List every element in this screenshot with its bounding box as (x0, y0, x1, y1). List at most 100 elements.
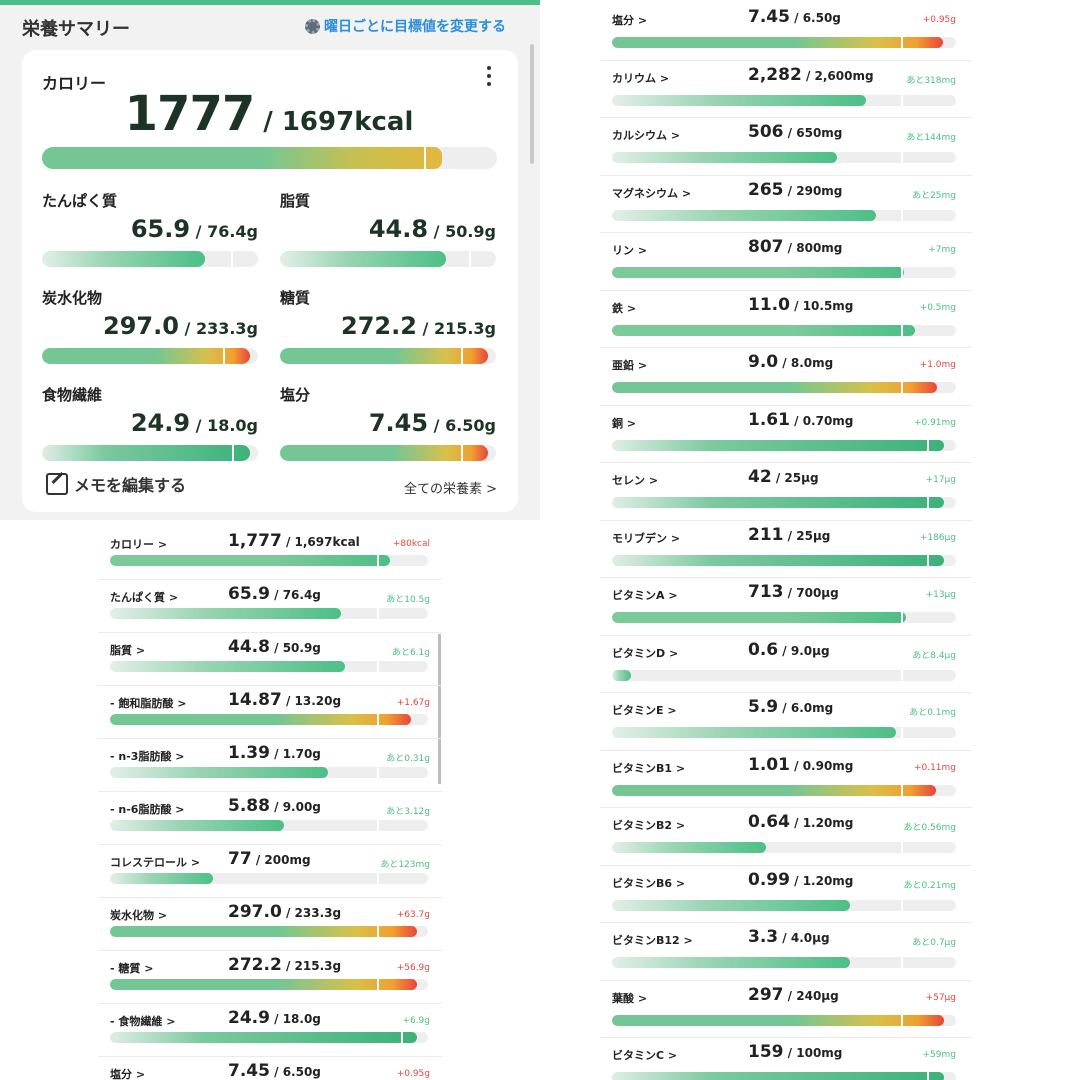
nutrient-diff: あと6.1g (391, 648, 430, 658)
nutrient-row[interactable]: 塩分 > 7.45 / 6.50g +0.95g (600, 3, 972, 61)
goal-marker (377, 555, 380, 566)
nutrient-row[interactable]: セレン > 42 / 25µg +17µg (600, 463, 972, 521)
nutrient-value: 265 / 290mg (748, 180, 842, 200)
nutrient-row[interactable]: 亜鉛 > 9.0 / 8.0mg +1.0mg (600, 348, 972, 406)
nutrient-label: コレステロール > (110, 856, 201, 869)
progress-fill (280, 251, 447, 267)
scrollbar[interactable] (530, 44, 534, 164)
nutrient-progress-bar (612, 267, 956, 278)
nutrient-progress-bar (110, 714, 428, 725)
nutrient-row[interactable]: - 食物繊維 > 24.9 / 18.0g +6.9g (98, 1004, 442, 1057)
nutrient-row[interactable]: カロリー > 1,777 / 1,697kcal +80kcal (98, 527, 442, 580)
nutrient-target: / 6.50g (428, 416, 496, 435)
nutrient-row[interactable]: コレステロール > 77 / 200mg あと123mg (98, 845, 442, 898)
nutrient-target: / 215.3g (281, 959, 342, 973)
nutrient-label: ビタミンB12 > (612, 934, 693, 947)
nutrient-row[interactable]: ビタミンB6 > 0.99 / 1.20mg あと0.21mg (600, 866, 972, 923)
nutrient-diff: あと0.56mg (903, 823, 956, 833)
nutrient-amount: 65.9 (130, 215, 191, 243)
progress-fill (612, 784, 937, 796)
nutrient-amount: 7.45 (228, 1061, 270, 1080)
nutrient-progress-bar (110, 767, 428, 778)
goal-marker (926, 554, 929, 566)
nutrient-row[interactable]: 脂質 > 44.8 / 50.9g あと6.1g (98, 633, 442, 686)
nutrient-row[interactable]: カリウム > 2,282 / 2,600mg あと318mg (600, 61, 972, 118)
nutrient-row[interactable]: 葉酸 > 297 / 240µg +57µg (600, 981, 972, 1038)
nutrient-label: たんぱく質 (42, 192, 118, 210)
nutrient-value: 7.45 / 6.50g (748, 7, 841, 27)
nutrient-row[interactable]: 炭水化物 > 297.0 / 233.3g +63.7g (98, 898, 442, 951)
nutrient-row[interactable]: リン > 807 / 800mg +7mg (600, 233, 972, 291)
nutrient-target: / 50.9g (428, 222, 496, 241)
nutrient-diff: +63.7g (396, 910, 430, 920)
goal-marker (900, 382, 903, 393)
all-nutrients-link[interactable]: 全ての栄養素 > (404, 478, 497, 497)
nutrient-label: 糖質 (280, 289, 311, 307)
nutrient-label: 銅 > (612, 416, 637, 430)
nutrient-progress-bar (280, 251, 496, 267)
nutrient-row[interactable]: ビタミンE > 5.9 / 6.0mg あと0.1mg (600, 693, 972, 751)
change-goal-link[interactable]: 曜日ごとに目標値を変更する (305, 16, 506, 36)
nutrient-row[interactable]: 塩分 > 7.45 / 6.50g +0.95g (98, 1057, 442, 1080)
goal-marker (900, 842, 903, 853)
nutrient-target: / 13.20g (281, 694, 342, 708)
nutrient-row[interactable]: ビタミンB1 > 1.01 / 0.90mg +0.11mg (600, 751, 972, 808)
nutrient-label: モリブデン > (612, 531, 681, 545)
nutrient-row[interactable]: ビタミンB12 > 3.3 / 4.0µg あと0.7µg (600, 923, 972, 981)
nutrient-amount: 7.45 (748, 7, 790, 27)
goal-marker (900, 669, 903, 681)
nutrient-value: 1,777 / 1,697kcal (228, 531, 360, 551)
nutrient-value: 24.9 / 18.0g (48, 409, 258, 437)
nutrient-row[interactable]: カルシウム > 506 / 650mg あと144mg (600, 118, 972, 176)
nutrient-diff: あと3.12g (386, 807, 430, 817)
nutrient-progress-bar (110, 661, 428, 672)
nutrient-progress-bar (612, 209, 956, 221)
nutrient-amount: 9.0 (748, 352, 779, 372)
nutrient-value: 1.61 / 0.70mg (748, 410, 853, 430)
nutrient-label: - n-6脂肪酸 > (110, 803, 185, 816)
nutrient-target: / 10.5mg (789, 298, 854, 313)
progress-fill (612, 382, 938, 393)
nutrient-value: 11.0 / 10.5mg (748, 295, 853, 315)
nutrient-row[interactable]: 鉄 > 11.0 / 10.5mg +0.5mg (600, 291, 972, 348)
nutrient-label: 食物繊維 (42, 386, 103, 404)
nutrient-target: / 18.0g (269, 1012, 321, 1026)
nutrient-amount: 1.39 (228, 743, 270, 763)
nutrient-row[interactable]: - 飽和脂肪酸 > 14.87 / 13.20g +1.67g (98, 686, 442, 739)
nutrient-label: - 飽和脂肪酸 > (110, 697, 187, 710)
progress-fill (42, 251, 206, 267)
edit-memo-button[interactable]: メモを編集する (46, 472, 186, 496)
nutrient-value: 297.0 / 233.3g (48, 312, 258, 340)
nutrient-value: 159 / 100mg (748, 1042, 842, 1062)
nutrient-value: 272.2 / 215.3g (228, 955, 341, 975)
edit-icon (46, 473, 68, 495)
nutrient-row[interactable]: - 糖質 > 272.2 / 215.3g +56.9g (98, 951, 442, 1004)
nutrient-row[interactable]: モリブデン > 211 / 25µg +186µg (600, 521, 972, 578)
nutrient-amount: 44.8 (368, 215, 429, 243)
nutrient-row[interactable]: - n-6脂肪酸 > 5.88 / 9.00g あと3.12g (98, 792, 442, 845)
nutrient-value: 297 / 240µg (748, 985, 839, 1005)
nutrient-row[interactable]: ビタミンB2 > 0.64 / 1.20mg あと0.56mg (600, 808, 972, 866)
progress-fill (612, 324, 915, 336)
nutrient-row[interactable]: ビタミンC > 159 / 100mg +59mg (600, 1038, 972, 1080)
nutrient-diff: +59mg (922, 1050, 956, 1060)
edit-memo-label: メモを編集する (74, 476, 187, 495)
nutrient-row[interactable]: 銅 > 1.61 / 0.70mg +0.91mg (600, 406, 972, 463)
nutrient-row[interactable]: ビタミンD > 0.6 / 9.0µg あと8.4µg (600, 636, 972, 693)
nutrient-target: / 1.20mg (789, 873, 854, 888)
nutrient-progress-bar (110, 555, 428, 566)
goal-marker (461, 348, 464, 364)
goal-marker (377, 767, 380, 778)
nutrient-value: 297.0 / 233.3g (228, 902, 341, 922)
nutrient-row[interactable]: ビタミンA > 713 / 700µg +13µg (600, 578, 972, 636)
nutrient-row[interactable]: たんぱく質 > 65.9 / 76.4g あと10.5g (98, 580, 442, 633)
nutrient-target: / 8.0mg (778, 356, 834, 370)
goal-marker (926, 497, 929, 508)
nutrient-row[interactable]: マグネシウム > 265 / 290mg あと25mg (600, 176, 972, 233)
progress-fill (280, 348, 489, 364)
nutrient-progress-bar (612, 37, 956, 48)
goal-marker (900, 1014, 903, 1026)
nutrient-row[interactable]: - n-3脂肪酸 > 1.39 / 1.70g あと0.31g (98, 739, 442, 792)
nutrient-diff: あと8.4µg (912, 650, 956, 661)
nutrient-value: 14.87 / 13.20g (228, 690, 341, 710)
